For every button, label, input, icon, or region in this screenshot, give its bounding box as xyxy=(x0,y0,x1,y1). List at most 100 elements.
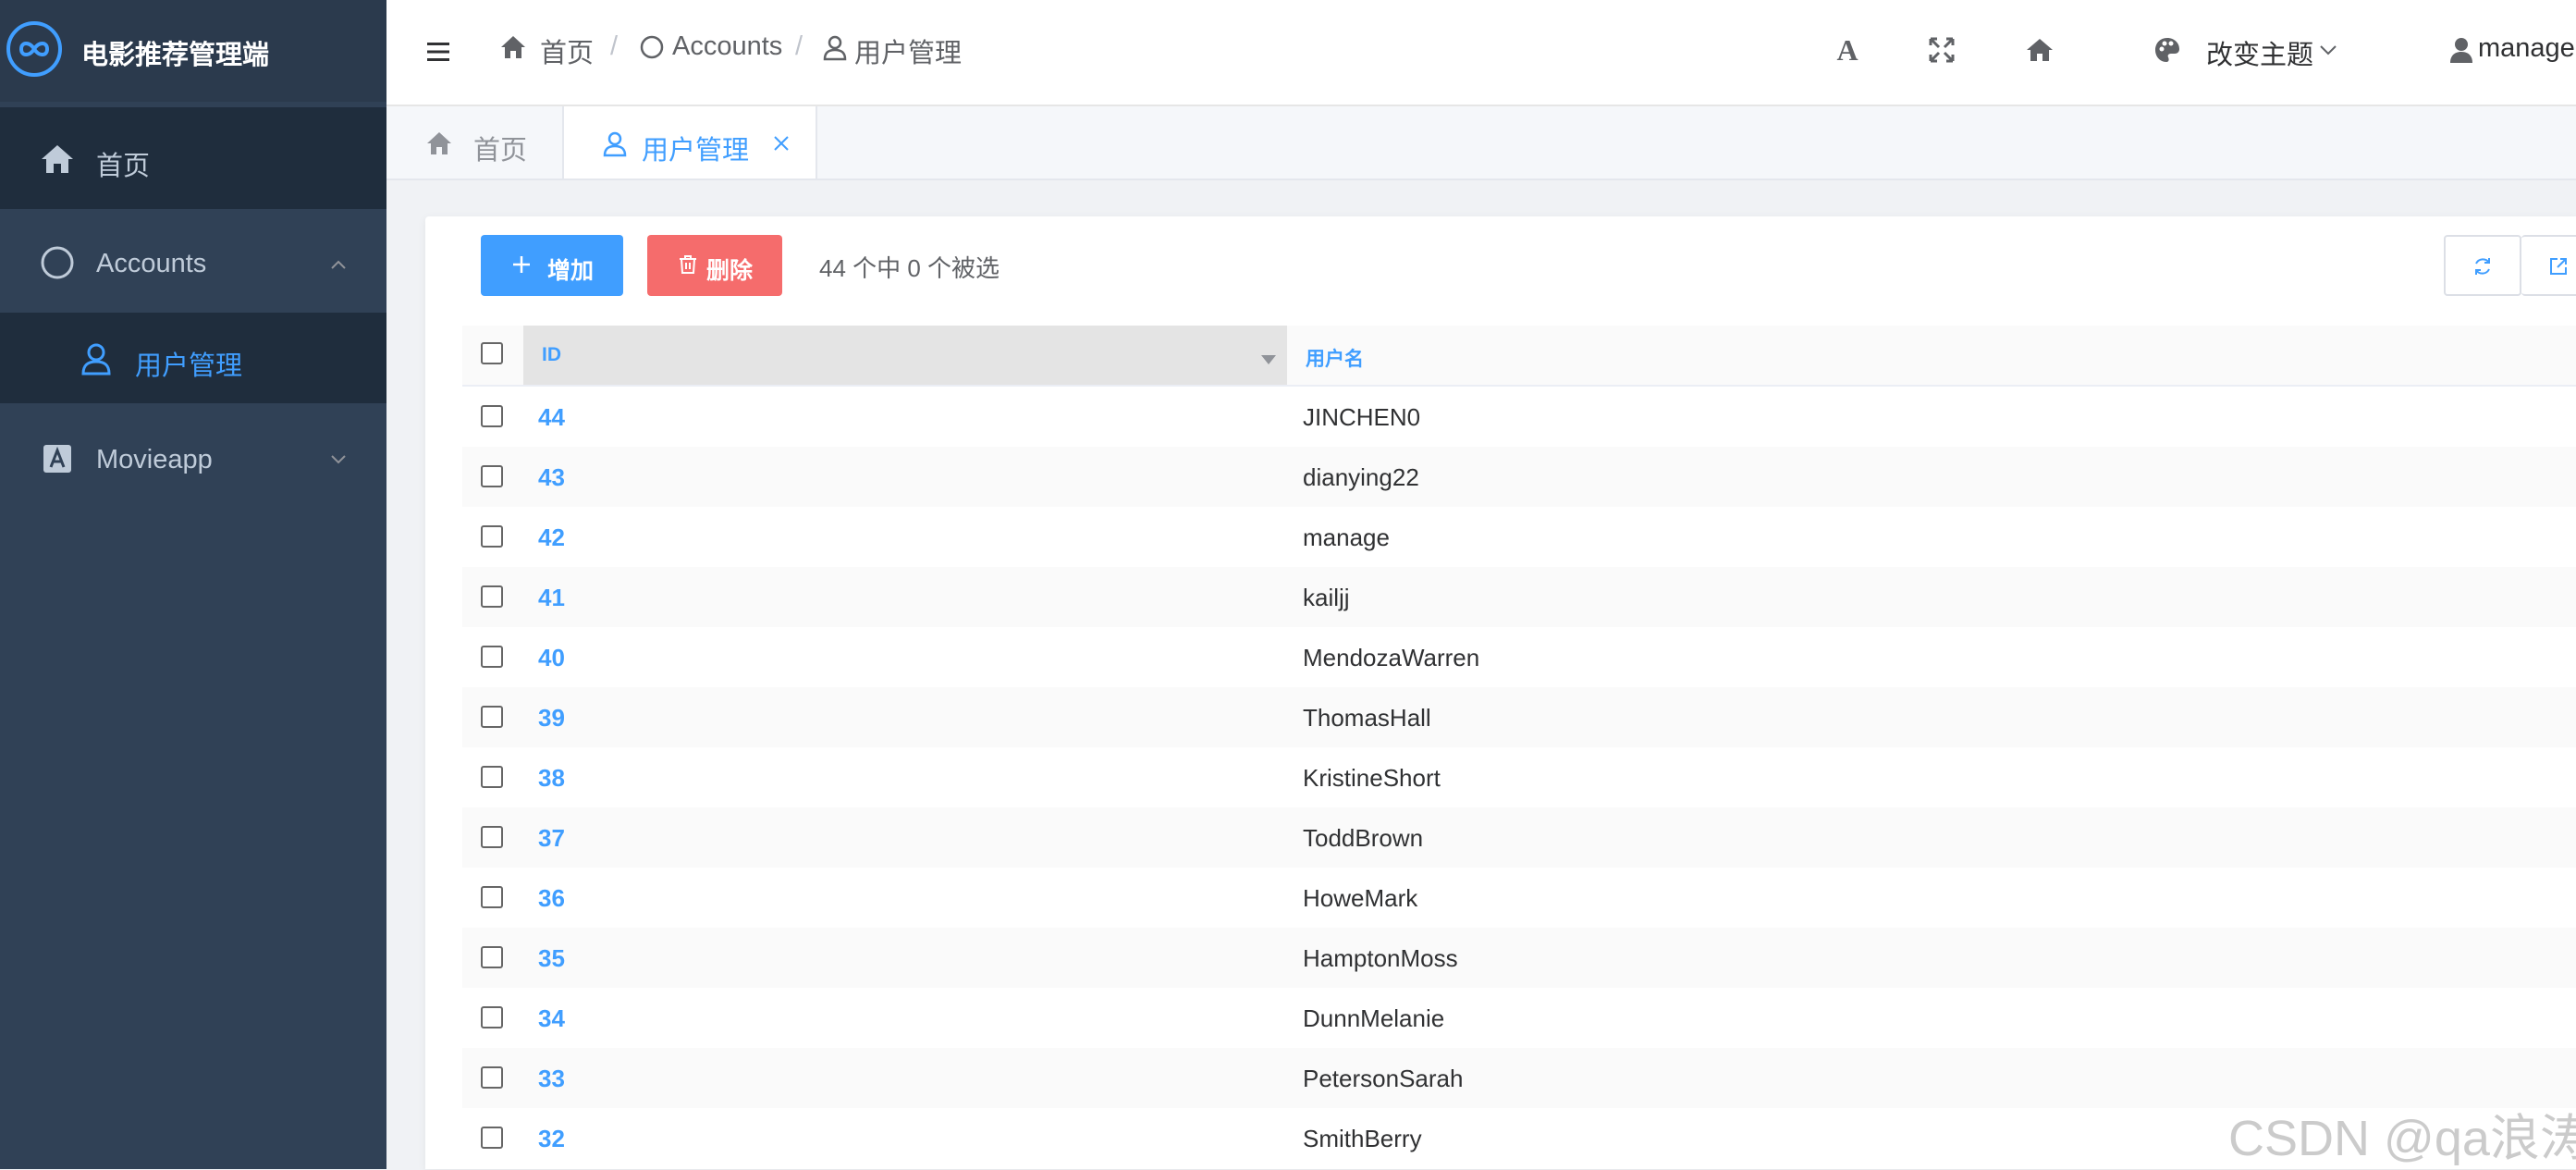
row-username: SmithBerry xyxy=(1303,1125,1422,1152)
row-username: ToddBrown xyxy=(1303,824,1424,852)
row-id-link[interactable]: 42 xyxy=(538,523,565,552)
row-username: JINCHEN0 xyxy=(1303,403,1421,431)
chevron-down-icon[interactable] xyxy=(2317,39,2339,61)
tab-user-management[interactable]: 用户管理 xyxy=(562,106,817,179)
infinity-logo-icon xyxy=(6,21,62,77)
row-username: PetersonSarah xyxy=(1303,1065,1464,1092)
row-id-link[interactable]: 39 xyxy=(538,704,565,733)
sidebar: 电影推荐管理端 首页 Accounts 用户管理 Movieapp xyxy=(0,0,386,1169)
app-logo-area: 电影推荐管理端 xyxy=(0,0,386,102)
top-header: 首页 / Accounts / 用户管理 A 改变主题 manage xyxy=(386,0,2576,106)
export-button[interactable] xyxy=(2521,235,2576,296)
delete-button-label: 删除 xyxy=(706,258,754,284)
table-row[interactable]: 37 ToddBrown xyxy=(462,807,2576,868)
row-username: kailjj xyxy=(1303,584,1350,611)
row-username: DunnMelanie xyxy=(1303,1004,1445,1032)
column-header-id[interactable]: ID xyxy=(542,344,561,366)
row-checkbox[interactable] xyxy=(481,1066,503,1089)
sort-desc-icon[interactable] xyxy=(1259,353,1278,366)
row-checkbox[interactable] xyxy=(481,826,503,848)
add-button[interactable]: 增加 xyxy=(481,235,623,296)
breadcrumb-item-accounts[interactable]: Accounts xyxy=(672,31,782,62)
row-username: HamptonMoss xyxy=(1303,944,1458,972)
row-id-link[interactable]: 38 xyxy=(538,764,565,793)
add-button-label: 增加 xyxy=(547,258,595,284)
row-id-link[interactable]: 32 xyxy=(538,1125,565,1153)
font-size-icon[interactable]: A xyxy=(1833,35,1862,65)
breadcrumb-item-home[interactable]: 首页 xyxy=(540,31,594,70)
row-id-link[interactable]: 44 xyxy=(538,403,565,432)
app-store-icon xyxy=(43,445,71,473)
tab-home[interactable]: 首页 xyxy=(386,106,562,179)
table-header: ID 用户名 xyxy=(462,326,2576,387)
row-id-link[interactable]: 43 xyxy=(538,463,565,492)
circle-icon xyxy=(640,35,664,59)
fullscreen-icon[interactable] xyxy=(1927,35,1957,65)
row-id-link[interactable]: 36 xyxy=(538,884,565,913)
row-checkbox[interactable] xyxy=(481,525,503,548)
column-header-username[interactable]: 用户名 xyxy=(1306,344,1364,372)
sidebar-item-label: Movieapp xyxy=(96,445,213,474)
row-id-link[interactable]: 40 xyxy=(538,644,565,672)
row-id-link[interactable]: 41 xyxy=(538,584,565,612)
trash-icon xyxy=(680,255,696,274)
chevron-down-icon xyxy=(331,455,346,464)
id-column-header-bg xyxy=(523,326,1287,385)
table-row[interactable]: 35 HamptonMoss xyxy=(462,928,2576,988)
row-checkbox[interactable] xyxy=(481,646,503,668)
row-checkbox[interactable] xyxy=(481,946,503,968)
watermark-text: CSDN @qa浪涛 xyxy=(2228,1111,2576,1166)
row-username: KristineShort xyxy=(1303,764,1441,792)
sidebar-item-accounts[interactable]: Accounts xyxy=(0,213,386,313)
table-row[interactable]: 40 MendozaWarren xyxy=(462,627,2576,687)
user-icon xyxy=(603,131,627,157)
row-checkbox[interactable] xyxy=(481,1006,503,1028)
table-row[interactable]: 39 ThomasHall xyxy=(462,687,2576,747)
hamburger-menu-icon[interactable] xyxy=(425,39,451,65)
table-row[interactable]: 38 KristineShort xyxy=(462,747,2576,807)
sidebar-item-label: 首页 xyxy=(96,152,151,181)
row-username: ThomasHall xyxy=(1303,704,1431,732)
row-checkbox[interactable] xyxy=(481,706,503,728)
row-username: HoweMark xyxy=(1303,884,1418,912)
row-checkbox[interactable] xyxy=(481,585,503,608)
row-id-link[interactable]: 35 xyxy=(538,944,565,973)
row-checkbox[interactable] xyxy=(481,766,503,788)
row-checkbox[interactable] xyxy=(481,886,503,908)
export-icon xyxy=(2550,258,2567,275)
breadcrumb-item-user-management: 用户管理 xyxy=(854,39,963,68)
home-icon[interactable] xyxy=(2025,35,2055,65)
delete-button[interactable]: 删除 xyxy=(647,235,782,296)
sidebar-item-movieapp[interactable]: Movieapp xyxy=(0,409,386,509)
row-checkbox[interactable] xyxy=(481,405,503,427)
palette-icon[interactable] xyxy=(2153,35,2182,65)
table-row[interactable]: 44 JINCHEN0 xyxy=(462,387,2576,447)
row-username: MendozaWarren xyxy=(1303,644,1480,671)
plus-icon xyxy=(513,256,530,273)
table-row[interactable]: 43 dianying22 xyxy=(462,447,2576,507)
user-menu-label[interactable]: manage xyxy=(2478,33,2575,64)
user-icon xyxy=(2450,38,2472,63)
close-icon[interactable] xyxy=(773,135,790,152)
table-row[interactable]: 41 kailjj xyxy=(462,567,2576,627)
refresh-icon xyxy=(2475,258,2490,275)
sidebar-item-label: 用户管理 xyxy=(135,351,243,381)
row-id-link[interactable]: 33 xyxy=(538,1065,565,1093)
chevron-up-icon xyxy=(331,260,346,269)
sidebar-item-user-management[interactable]: 用户管理 xyxy=(0,313,386,403)
circle-icon xyxy=(41,246,74,279)
row-id-link[interactable]: 37 xyxy=(538,824,565,853)
table-row[interactable]: 34 DunnMelanie xyxy=(462,988,2576,1048)
theme-switch-label[interactable]: 改变主题 xyxy=(2206,33,2313,72)
row-id-link[interactable]: 34 xyxy=(538,1004,565,1033)
row-username: manage xyxy=(1303,523,1390,551)
row-checkbox[interactable] xyxy=(481,1127,503,1149)
sidebar-item-home[interactable]: 首页 xyxy=(0,107,386,209)
row-checkbox[interactable] xyxy=(481,465,503,487)
tags-view-bar: 首页 用户管理 xyxy=(386,106,2576,180)
home-icon xyxy=(42,145,73,173)
select-all-checkbox[interactable] xyxy=(481,342,503,364)
refresh-button[interactable] xyxy=(2444,235,2521,296)
table-row[interactable]: 42 manage xyxy=(462,507,2576,567)
table-row[interactable]: 36 HoweMark xyxy=(462,868,2576,928)
